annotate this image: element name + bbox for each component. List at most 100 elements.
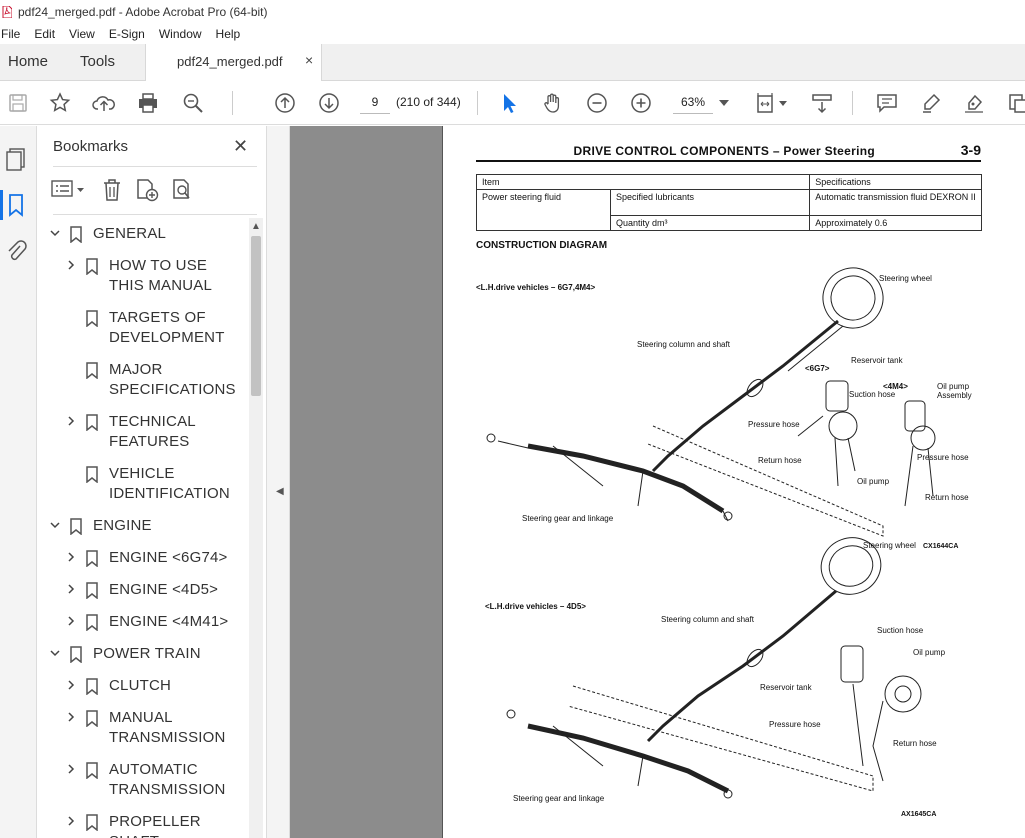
bookmark-label: AUTOMATIC TRANSMISSION <box>109 761 226 798</box>
new-bookmark-icon[interactable] <box>135 178 161 207</box>
steering-rack-shape <box>527 443 725 514</box>
label-suction-hose: Suction hose <box>849 390 896 399</box>
chevron-right-icon[interactable] <box>65 415 77 430</box>
label-oil-pump-assembly: Oil pump Assembly <box>937 382 972 400</box>
steering-wheel-shape <box>830 275 876 321</box>
bookmark-label: MANUAL TRANSMISSION <box>109 709 226 746</box>
print-icon[interactable] <box>136 91 160 115</box>
steering-rack-shape <box>527 723 730 794</box>
menu-edit[interactable]: Edit <box>34 27 55 41</box>
window-title: pdf24_merged.pdf - Adobe Acrobat Pro (64… <box>18 5 268 19</box>
menu-help[interactable]: Help <box>216 27 241 41</box>
save-icon[interactable] <box>6 91 30 115</box>
bookmarks-toolbar <box>51 178 251 204</box>
bookmark-label: PROPELLER SHAFT <box>109 813 201 838</box>
bookmarks-panel: Bookmarks ✕ GENERAL HOW TO USE THIS MANUA… <box>37 126 266 838</box>
menu-esign[interactable]: E-Sign <box>109 27 145 41</box>
chevron-right-icon[interactable] <box>65 551 77 566</box>
prev-page-icon[interactable] <box>273 91 297 115</box>
label-return-hose: Return hose <box>758 456 802 465</box>
label-return-hose: Return hose <box>925 493 969 502</box>
tie-rod-end-shape <box>486 433 496 443</box>
highlight-icon[interactable] <box>919 91 943 115</box>
page-thumbnails-icon[interactable] <box>4 146 28 172</box>
menu-file[interactable]: File <box>1 27 20 41</box>
zoom-in-icon[interactable] <box>629 91 653 115</box>
menu-view[interactable]: View <box>69 27 95 41</box>
toolbar-separator <box>232 91 233 115</box>
diagram2-code: AX1645CA <box>901 811 937 818</box>
diagram2-caption: <L.H.drive vehicles – 4D5> <box>485 602 586 611</box>
bookmark-label: HOW TO USE THIS MANUAL <box>109 257 213 294</box>
chevron-down-icon[interactable] <box>49 227 61 242</box>
sign-icon[interactable] <box>962 91 986 115</box>
label-reservoir-tank: Reservoir tank <box>760 683 812 692</box>
bookmark-icon <box>86 710 98 728</box>
window-titlebar: pdf24_merged.pdf - Adobe Acrobat Pro (64… <box>0 0 1025 24</box>
hand-icon[interactable] <box>541 91 565 115</box>
chevron-right-icon[interactable] <box>65 259 77 274</box>
scroll-up-arrow-icon[interactable]: ▲ <box>251 221 261 232</box>
collapse-panel-arrow-icon[interactable]: ◀ <box>276 486 284 497</box>
zoom-level-input[interactable]: 63% <box>673 90 713 114</box>
bookmark-icon <box>70 518 82 536</box>
menu-window[interactable]: Window <box>159 27 202 41</box>
comment-icon[interactable] <box>875 91 899 115</box>
tab-document[interactable]: pdf24_merged.pdf × <box>145 44 322 81</box>
label-pressure-hose: Pressure hose <box>917 453 969 462</box>
pdf-page: DRIVE CONTROL COMPONENTS – Power Steerin… <box>442 126 1025 838</box>
bookmark-label: ENGINE <4M41> <box>109 613 229 630</box>
bookmarks-panel-title: Bookmarks <box>53 138 129 155</box>
scroll-mode-icon[interactable] <box>810 91 834 115</box>
chevron-down-icon[interactable] <box>49 519 61 534</box>
diagram1-code: CX1644CA <box>923 543 959 550</box>
bookmark-star-icon[interactable] <box>48 91 72 115</box>
bookmark-label: ENGINE <6G74> <box>109 549 228 566</box>
bookmark-icon <box>86 614 98 632</box>
label-oil-pump: Oil pump <box>913 648 946 657</box>
bookmark-label: CLUTCH <box>109 677 172 694</box>
find-bookmark-icon[interactable] <box>171 178 197 207</box>
bookmarks-scrollbar-thumb[interactable] <box>251 236 261 396</box>
chevron-right-icon[interactable] <box>65 583 77 598</box>
bookmark-icon <box>86 762 98 780</box>
upload-cloud-icon[interactable] <box>92 91 116 115</box>
search-icon[interactable] <box>181 91 205 115</box>
select-cursor-icon[interactable] <box>497 91 521 115</box>
next-page-icon[interactable] <box>317 91 341 115</box>
chevron-down-icon[interactable] <box>49 647 61 662</box>
fit-page-icon[interactable] <box>754 91 790 115</box>
tab-close-button[interactable]: × <box>305 52 313 68</box>
tab-home[interactable]: Home <box>8 53 48 70</box>
page-number-input[interactable]: 9 <box>360 90 390 114</box>
reservoir-tank-shape <box>825 380 849 412</box>
close-icon[interactable]: ✕ <box>233 136 248 157</box>
oil-pump-shape <box>894 685 912 703</box>
diagram1-caption: <L.H.drive vehicles – 6G7,4M4> <box>476 283 596 292</box>
more-tools-icon[interactable] <box>1005 91 1025 115</box>
zoom-dropdown-chevron-icon[interactable] <box>712 91 736 115</box>
document-viewport[interactable]: DRIVE CONTROL COMPONENTS – Power Steerin… <box>290 126 1025 838</box>
chevron-right-icon[interactable] <box>65 763 77 778</box>
label-steering-column: Steering column and shaft <box>637 340 730 349</box>
delete-bookmark-icon[interactable] <box>101 178 123 207</box>
chevron-right-icon[interactable] <box>65 815 77 830</box>
chevron-right-icon[interactable] <box>65 615 77 630</box>
zoom-out-icon[interactable] <box>585 91 609 115</box>
attachments-icon[interactable] <box>4 238 28 264</box>
chevron-right-icon[interactable] <box>65 679 77 694</box>
panel-splitter[interactable]: ◀ <box>266 126 290 838</box>
chevron-right-icon[interactable] <box>65 711 77 726</box>
hose-shape <box>852 683 884 782</box>
bookmark-icon <box>86 550 98 568</box>
left-navigation-rail <box>0 126 37 838</box>
tab-tools[interactable]: Tools <box>80 53 115 70</box>
dashed-panel-shape <box>567 685 874 792</box>
bookmark-icon <box>86 678 98 696</box>
bookmarks-panel-icon[interactable] <box>4 192 28 218</box>
options-menu-icon[interactable] <box>51 178 87 205</box>
bookmark-icon <box>86 310 98 328</box>
hose-shape <box>797 415 856 487</box>
tab-document-label: pdf24_merged.pdf <box>177 54 283 69</box>
bookmark-label: TECHNICAL FEATURES <box>109 413 196 450</box>
